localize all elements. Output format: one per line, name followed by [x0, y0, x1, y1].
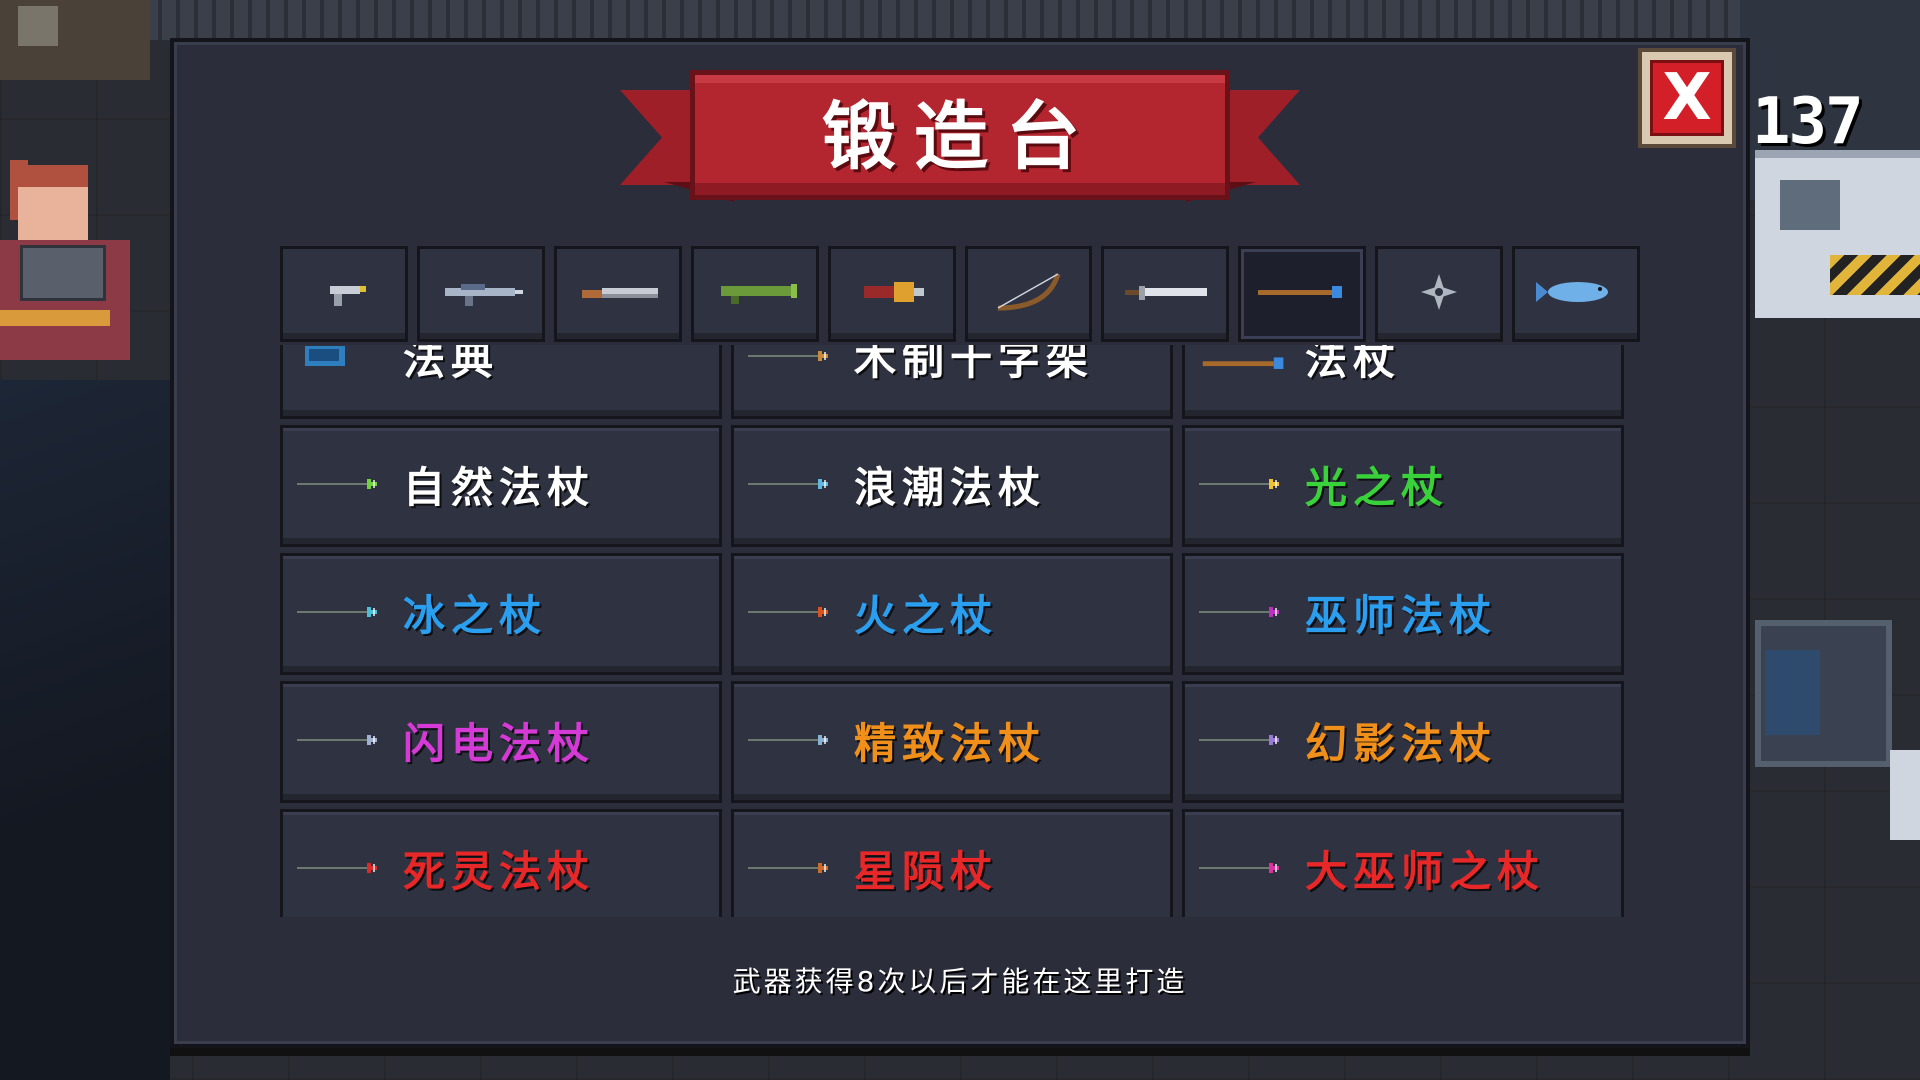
- weapon-name: 死灵法杖: [403, 847, 596, 896]
- shotgun-icon: [568, 272, 668, 316]
- npc-character: [18, 165, 88, 240]
- tab-rifle[interactable]: [416, 246, 545, 342]
- laser-gun-icon: [842, 272, 942, 316]
- machine-screen: [1780, 180, 1840, 230]
- phantom-staff-icon: [1197, 728, 1293, 752]
- weapon-name: 自然法杖: [403, 463, 596, 512]
- archmage-staff-icon: [1197, 856, 1293, 880]
- necro-staff-icon: [295, 856, 391, 880]
- page-title: 锻造台: [822, 94, 1098, 180]
- tab-sword[interactable]: [1101, 246, 1230, 342]
- npc-desk-edge: [0, 310, 110, 326]
- weapon-name: 法杖: [1305, 345, 1402, 384]
- sword-icon: [1115, 272, 1215, 316]
- weapon-name: 巫师法杖: [1305, 591, 1498, 640]
- weapon-name: 法典: [403, 345, 500, 384]
- shuriken-icon: [1389, 272, 1489, 316]
- tab-shotgun[interactable]: [553, 246, 682, 342]
- footer-hint: 武器获得8次以后才能在这里打造: [732, 965, 1188, 998]
- right-ledge: [1890, 750, 1920, 840]
- weapon-cell[interactable]: 闪电法杖: [280, 681, 722, 803]
- weapon-cell[interactable]: 木制十字架: [731, 345, 1173, 419]
- weapon-name: 光之杖: [1305, 463, 1450, 512]
- weapon-name: 浪潮法杖: [854, 463, 1047, 512]
- tab-rocket-launcher[interactable]: [690, 246, 819, 342]
- rocket-launcher-icon: [705, 272, 805, 316]
- weapon-cell[interactable]: 死灵法杖: [280, 809, 722, 917]
- weapon-cell[interactable]: 光之杖: [1182, 425, 1624, 547]
- right-board-panel: [1765, 650, 1820, 735]
- wave-staff-icon: [746, 472, 842, 496]
- weapon-cell[interactable]: 大巫师之杖: [1182, 809, 1624, 917]
- tab-laser-gun[interactable]: [827, 246, 956, 342]
- weapon-cell[interactable]: 浪潮法杖: [731, 425, 1173, 547]
- close-icon: X: [1650, 60, 1724, 136]
- tab-fish[interactable]: [1512, 246, 1641, 342]
- weapon-name: 幻影法杖: [1305, 719, 1498, 768]
- nature-staff-icon: [295, 472, 391, 496]
- close-button[interactable]: X: [1638, 48, 1736, 148]
- staff-icon: [1252, 272, 1352, 316]
- staff-icon: [1197, 345, 1293, 369]
- npc-monitor: [20, 245, 106, 301]
- wizard-staff-icon: [1197, 600, 1293, 624]
- fine-staff-icon: [746, 728, 842, 752]
- weapon-name: 木制十字架: [854, 345, 1095, 384]
- weapon-cell[interactable]: 自然法杖: [280, 425, 722, 547]
- top-wall: [0, 0, 1920, 40]
- weapon-cell[interactable]: 火之杖: [731, 553, 1173, 675]
- weapon-name: 精致法杖: [854, 719, 1047, 768]
- bow-icon: [978, 272, 1078, 316]
- tab-staff[interactable]: [1238, 246, 1367, 342]
- weapon-cell[interactable]: 巫师法杖: [1182, 553, 1624, 675]
- light-staff-icon: [1197, 472, 1293, 496]
- weapon-cell[interactable]: 星陨杖: [731, 809, 1173, 917]
- tab-bow[interactable]: [964, 246, 1093, 342]
- pistol-icon: [294, 272, 394, 316]
- tab-shuriken[interactable]: [1375, 246, 1504, 342]
- cross-icon: [746, 345, 842, 368]
- weapon-cell[interactable]: 法典: [280, 345, 722, 419]
- title-banner: 锻造台: [620, 64, 1300, 214]
- shelf-item: [18, 6, 58, 46]
- hazard-stripe: [1830, 255, 1920, 295]
- weapon-name: 闪电法杖: [403, 719, 596, 768]
- weapon-grid: 法典 木制十字架 法杖自然法杖 浪潮法杖 光之杖冰之杖 火之杖 巫师法杖闪电法杖 精致法杖 幻影…: [280, 345, 1624, 917]
- codex-icon: [295, 345, 391, 368]
- meteor-staff-icon: [746, 856, 842, 880]
- coin-counter: 137: [1752, 85, 1864, 159]
- weapon-name: 火之杖: [854, 591, 999, 640]
- weapon-cell[interactable]: 冰之杖: [280, 553, 722, 675]
- weapon-list[interactable]: 法典 木制十字架 法杖自然法杖 浪潮法杖 光之杖冰之杖 火之杖 巫师法杖闪电法杖 精致法杖 幻影…: [280, 345, 1640, 917]
- fire-staff-icon: [746, 600, 842, 624]
- weapon-name: 星陨杖: [854, 847, 999, 896]
- weapon-cell[interactable]: 精致法杖: [731, 681, 1173, 803]
- weapon-cell[interactable]: 法杖: [1182, 345, 1624, 419]
- weapon-name: 冰之杖: [403, 591, 548, 640]
- rifle-icon: [431, 272, 531, 316]
- banner-ribbon: 锻造台: [690, 70, 1230, 200]
- ice-staff-icon: [295, 600, 391, 624]
- fish-icon: [1526, 272, 1626, 316]
- tab-pistol[interactable]: [280, 246, 408, 342]
- weapon-name: 大巫师之杖: [1305, 847, 1546, 896]
- close-label: X: [1662, 61, 1712, 135]
- weapon-category-tabs: [280, 246, 1641, 342]
- weapon-cell[interactable]: 幻影法杖: [1182, 681, 1624, 803]
- lightning-staff-icon: [295, 728, 391, 752]
